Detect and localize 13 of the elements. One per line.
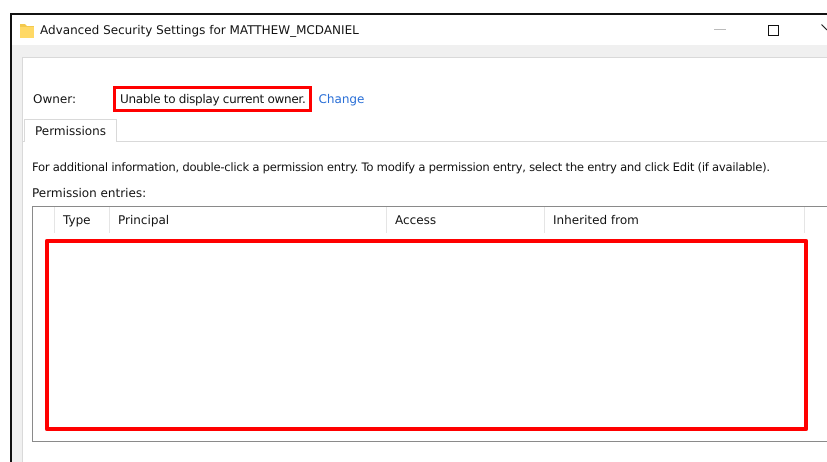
column-header[interactable]: Inherited from (545, 207, 805, 233)
info-text: For additional information, double-click a permission entry. To modify a permission entry, select the entry and click Edit (if available). (32, 160, 771, 174)
window-title: Advanced Security Settings for MATTHEW_MCDANIEL (40, 23, 359, 37)
folder-icon (20, 22, 34, 38)
maximize-icon[interactable] (768, 24, 779, 36)
owner-value: Unable to display current owner. (113, 86, 312, 112)
change-link[interactable]: Change (318, 92, 364, 106)
owner-label: Owner: (33, 92, 78, 106)
column-header[interactable]: Principal (110, 207, 387, 233)
tab[interactable]: Permissions (24, 119, 117, 142)
entries-label: Permission entries: (32, 186, 148, 200)
column-header[interactable]: Access (387, 207, 545, 233)
column-header[interactable]: Type (55, 207, 110, 233)
